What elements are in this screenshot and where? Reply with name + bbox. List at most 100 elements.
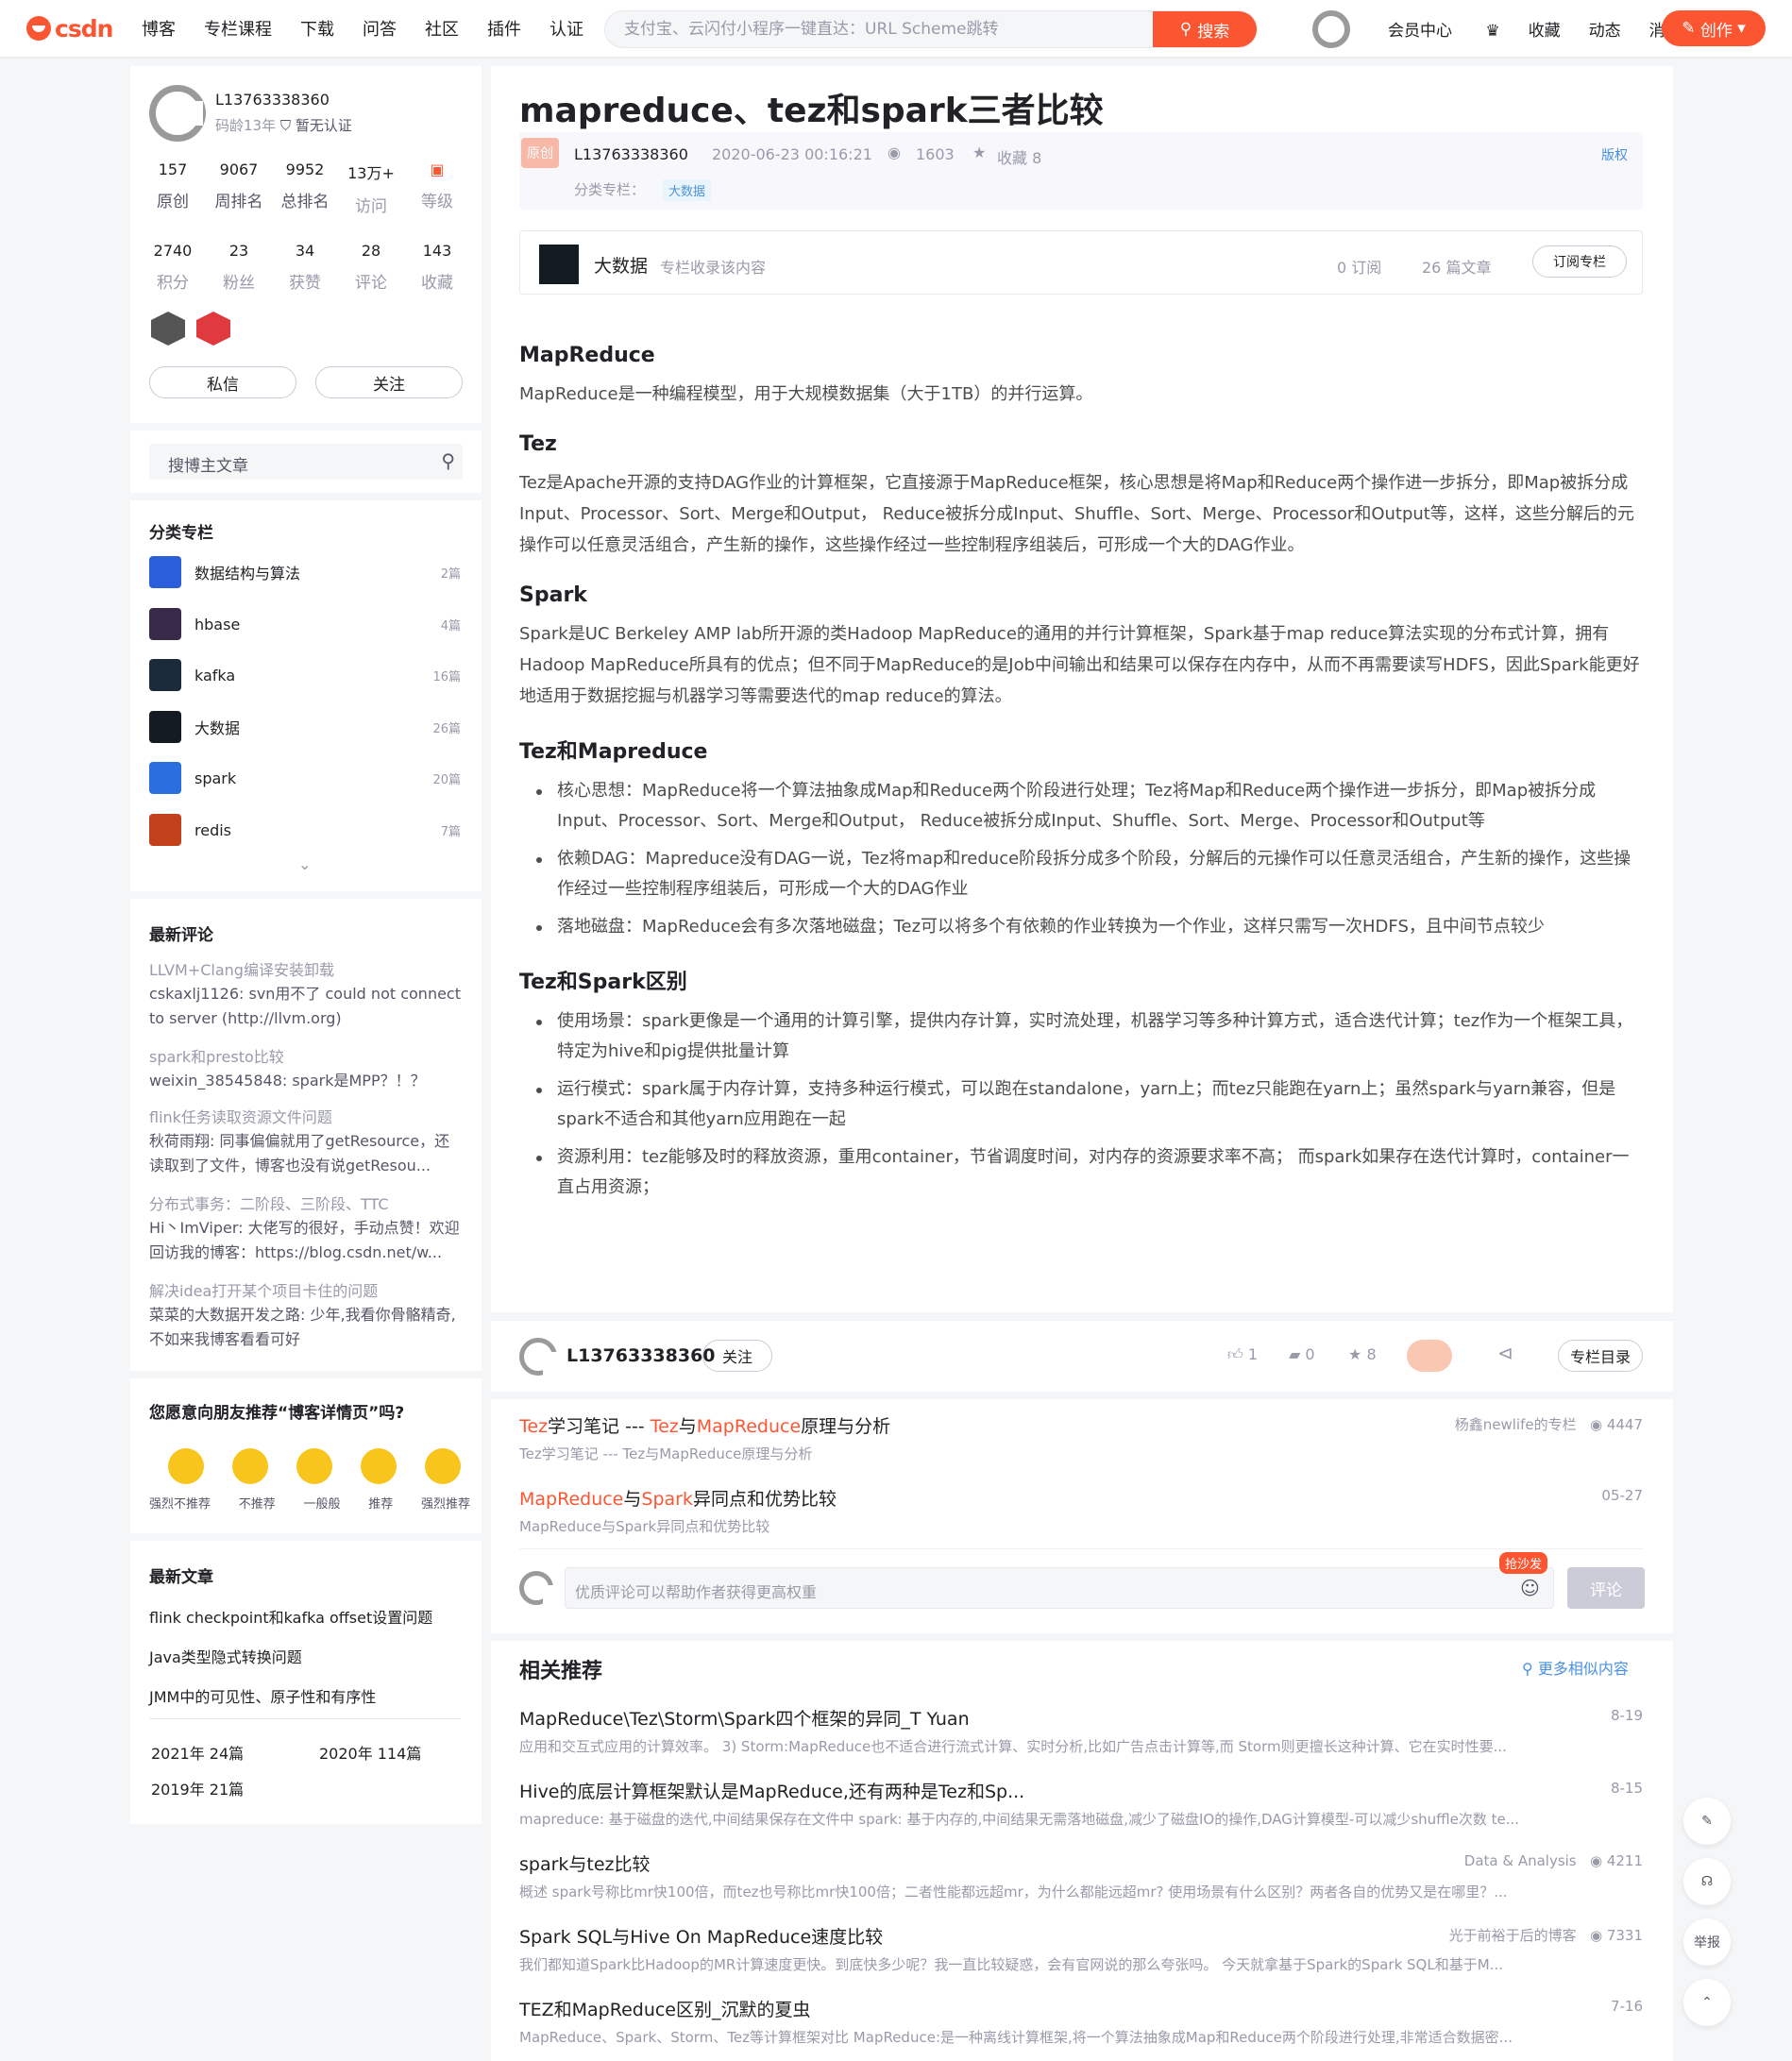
nav-qa[interactable]: 问答 (363, 16, 397, 41)
latest-article-link[interactable]: JMM中的可见性、原子性和有序性 (149, 1684, 376, 1707)
related-item[interactable]: Hive的底层计算框架默认是MapReduce,还有两种是Tez和Sp... ma… (519, 1778, 1643, 1829)
stat-level[interactable]: ▣ 等级 (404, 160, 470, 211)
copyright-link[interactable]: 版权 (1601, 145, 1628, 164)
subscribe-column-button[interactable]: 订阅专栏 (1532, 245, 1627, 278)
meta-fav[interactable]: 收藏 8 (997, 145, 1041, 168)
stat-fans[interactable]: 23 粉丝 (206, 242, 272, 293)
latest-article-link[interactable]: flink checkpoint和kafka offset设置问题 (149, 1605, 432, 1628)
stat-label: 访问 (355, 197, 387, 216)
nav-download[interactable]: 下载 (300, 16, 334, 41)
column-thumb-icon (149, 814, 181, 846)
recommend-item[interactable]: MapReduce与Spark异同点和优势比较 MapReduce与Spark异… (519, 1485, 1643, 1536)
vip-center-link[interactable]: 会员中心 ♛ (1388, 17, 1500, 41)
stat-week-rank[interactable]: 9067 周排名 (206, 160, 272, 211)
favorites-link[interactable]: 收藏 (1529, 17, 1561, 41)
shield-icon: ⛉ (279, 117, 292, 134)
related-item[interactable]: Spark SQL与Hive On MapReduce速度比较 我们都知道Spar… (519, 1923, 1643, 1974)
comment-article-link[interactable]: flink任务读取资源文件问题 (149, 1105, 461, 1127)
comment-article-link[interactable]: LLVM+Clang编译安装卸载 (149, 957, 461, 980)
commenter-avatar (519, 1571, 571, 1610)
emoji-icon[interactable]: ☺ (1520, 1577, 1540, 1599)
column-item[interactable]: spark 20篇 (149, 761, 461, 795)
search-icon[interactable]: ⚲ (441, 449, 455, 472)
activity-link[interactable]: 动态 (1589, 17, 1621, 41)
list-item: 核心思想：MapReduce将一个算法抽象成Map和Reduce两个阶段进行处理… (519, 776, 1643, 836)
user-avatar-icon[interactable] (1312, 10, 1350, 48)
column-item[interactable]: redis 7篇 (149, 813, 461, 847)
related-item[interactable]: MapReduce\Tez\Storm\Spark四个框架的异同_T Yuan 应… (519, 1705, 1643, 1756)
stat-value: 34 (295, 242, 315, 260)
headset-icon[interactable]: ☊ (1683, 1858, 1731, 1905)
very-unhappy-face-icon[interactable] (168, 1448, 204, 1484)
create-button[interactable]: ✎ 创作 ▾ (1662, 10, 1766, 46)
unhappy-face-icon[interactable] (232, 1448, 268, 1484)
related-item-desc: MapReduce、Spark、Storm、Tez等计算框架对比 MapRedu… (519, 2029, 1513, 2046)
report-button[interactable]: 举报 (1683, 1918, 1731, 1966)
latest-comments-card: 最新评论 LLVM+Clang编译安装卸载 cskaxlj1126: svn用不… (130, 899, 482, 1371)
creator-badge-icon[interactable] (196, 312, 230, 346)
message-button[interactable]: 私信 (149, 366, 296, 398)
column-thumb-icon[interactable] (539, 245, 579, 284)
happy-face-icon[interactable] (361, 1448, 397, 1484)
category-tag[interactable]: 大数据 (663, 179, 712, 201)
like-button[interactable]: 👍︎ 1 (1227, 1345, 1258, 1364)
latest-article-link[interactable]: Java类型隐式转换问题 (149, 1645, 302, 1667)
comment-article-link[interactable]: 分布式事务：二阶段、三阶段、TTC (149, 1191, 461, 1214)
csdn-logo[interactable]: csdn (26, 15, 123, 42)
nav-community[interactable]: 社区 (425, 16, 459, 41)
star-icon[interactable]: ★ (972, 144, 986, 161)
survey-card: 您愿意向朋友推荐“博客详情页”吗? 强烈不推荐 不推荐 一般般 推荐 强烈推荐 (130, 1378, 482, 1533)
meta-author[interactable]: L13763338360 (574, 145, 688, 163)
search-button[interactable]: ⚲ 搜索 (1153, 11, 1257, 47)
archive-link[interactable]: 2021年 24篇 (151, 1741, 244, 1764)
nav-cert[interactable]: 认证 (549, 16, 583, 41)
blog-search-input[interactable]: 搜博主文章 (149, 444, 463, 480)
column-item[interactable]: 大数据 26篇 (149, 710, 461, 744)
nav-blog[interactable]: 博客 (142, 16, 176, 41)
column-box-name[interactable]: 大数据 (594, 252, 648, 278)
submit-comment-button[interactable]: 评论 (1567, 1567, 1645, 1609)
follow-button[interactable]: 关注 (315, 366, 463, 398)
very-happy-face-icon[interactable] (425, 1448, 461, 1484)
reward-icon[interactable] (1407, 1340, 1452, 1372)
nav-course[interactable]: 专栏课程 (204, 16, 272, 41)
column-catalog-button[interactable]: 专栏目录 (1558, 1340, 1643, 1372)
author-avatar[interactable] (149, 85, 206, 142)
related-item[interactable]: TEZ和MapReduce区别_沉默的夏虫 MapReduce、Spark、Sto… (519, 1996, 1643, 2047)
toolbar-follow-button[interactable]: 关注 (702, 1340, 772, 1372)
stat-total-rank[interactable]: 9952 总排名 (272, 160, 338, 211)
persistence-badge-icon[interactable] (151, 312, 185, 346)
search-input[interactable]: 支付宝、云闪付小程序一键直达：URL Scheme跳转 (605, 11, 1153, 47)
stat-comments: 28 评论 (338, 242, 404, 293)
column-count: 7篇 (440, 824, 461, 839)
toolbar-avatar[interactable] (519, 1338, 571, 1377)
chevron-down-icon[interactable]: ⌄ (298, 855, 311, 873)
archive-link[interactable]: 2020年 114篇 (319, 1741, 421, 1764)
nav-plugin[interactable]: 插件 (487, 16, 521, 41)
column-item[interactable]: kafka 16篇 (149, 658, 461, 692)
column-item[interactable]: hbase 4篇 (149, 607, 461, 641)
archive-link[interactable]: 2019年 21篇 (151, 1777, 244, 1799)
column-item[interactable]: 数据结构与算法 2篇 (149, 555, 461, 589)
toolbar-author[interactable]: L13763338360 (566, 1345, 716, 1366)
stat-visits[interactable]: 13万+ 访问 (338, 160, 404, 216)
neutral-face-icon[interactable] (296, 1448, 332, 1484)
comment-text: cskaxlj1126: svn用不了 could not connect to… (149, 985, 461, 1027)
recommend-item[interactable]: Tez学习笔记 --- Tez与MapReduce原理与分析 Tez学习笔记 -… (519, 1412, 1643, 1463)
comment-article-link[interactable]: spark和presto比较 (149, 1044, 461, 1067)
collect-button[interactable]: ★ 8 (1348, 1345, 1377, 1363)
column-thumb-icon (149, 762, 181, 794)
stat-original[interactable]: 157 原创 (140, 160, 206, 211)
divider (149, 1718, 461, 1719)
related-item[interactable]: spark与tez比较 概述 spark号称比mr快100倍，而tez也号称比mr… (519, 1850, 1643, 1901)
survey-option-label: 强烈不推荐 (149, 1497, 211, 1512)
section-heading: Spark (519, 583, 587, 607)
share-icon[interactable]: ⊲ (1497, 1342, 1513, 1364)
author-name[interactable]: L13763338360 (215, 91, 330, 109)
comment-input[interactable]: 优质评论可以帮助作者获得更高权重 (565, 1567, 1554, 1609)
comment-button[interactable]: ▰ 0 (1289, 1345, 1315, 1363)
edit-icon[interactable]: ✎ (1683, 1798, 1731, 1845)
more-similar-link[interactable]: ⚲ 更多相似内容 (1522, 1656, 1629, 1679)
back-to-top-icon[interactable]: ⌃ (1683, 1979, 1731, 2026)
comment-article-link[interactable]: 解决idea打开某个项目卡住的问题 (149, 1278, 461, 1301)
